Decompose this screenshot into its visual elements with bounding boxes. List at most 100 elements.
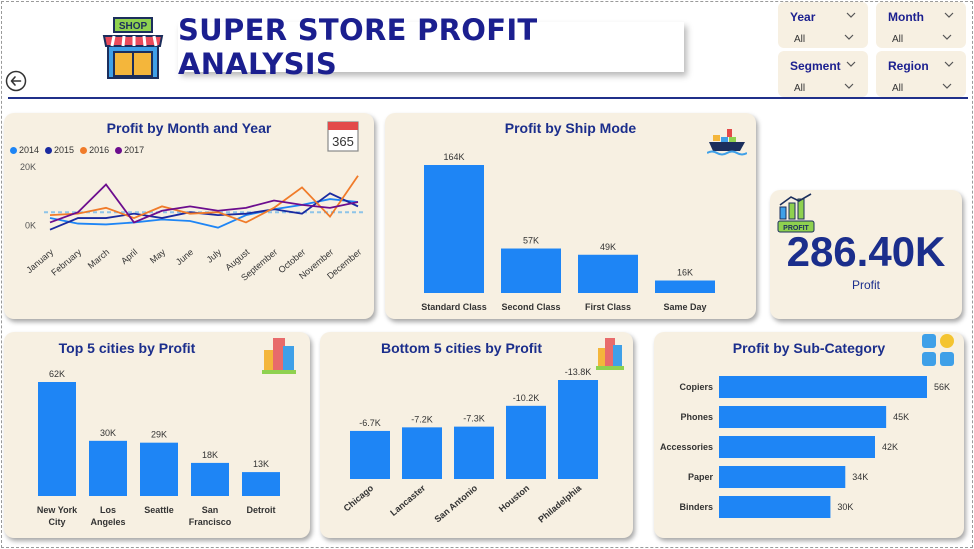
legend-label: 2017 [124,145,145,155]
legend-item: 2015 [45,145,74,155]
data-label: 42K [882,442,898,452]
legend-item: 2016 [80,145,109,155]
x-tick-label: San Antonio [433,483,480,525]
y-tick-label: Phones [680,412,713,422]
chevron-down-icon [944,61,954,67]
year-filter-value: All [794,34,806,45]
bar [558,380,598,479]
chevron-down-icon [844,83,854,89]
month-filter-label: Month [888,10,924,24]
profit-by-ship-mode-card: Profit by Ship Mode 164K Standard Class 57… [385,113,756,319]
sub-category-card: Profit by Sub-Category Copiers 56K Phones 4… [654,332,964,538]
x-tick-label: April [119,247,139,266]
data-label: 16K [677,268,693,278]
year-filter-label: Year [790,10,816,24]
bar [655,280,715,293]
y-tick-label: Binders [679,502,713,512]
legend-item: 2014 [10,145,39,155]
bar [350,430,390,479]
data-label: -7.2K [411,414,433,424]
x-tick-label: Same Day [663,302,706,312]
legend-label: 2015 [54,145,75,155]
x-tick-label: Seattle [144,505,174,515]
data-label: 30K [100,428,116,438]
data-label: 30K [837,502,853,512]
data-label: -6.7K [359,418,381,428]
legend-dot [115,146,123,154]
data-label: 13K [253,459,269,469]
data-label: 56K [934,382,950,392]
header-divider [8,97,968,99]
profit-by-month-card: Profit by Month and Year 365 20K 0K Januar… [4,113,374,319]
x-tick-label: Lancaster [388,483,427,518]
y-tick-label: Paper [688,472,714,482]
bar-chart: -6.7K Chicago -7.2K Lancaster -7.3K San Anton… [342,367,598,525]
shop-sign-text: SHOP [119,21,148,32]
kpi-label: Profit [851,278,880,292]
x-tick-label: Detroit [247,505,276,515]
x-tick-label: Los Angeles [90,505,125,527]
y-tick-label: Copiers [679,382,713,392]
chevron-down-icon [942,34,952,40]
bar [719,466,846,488]
month-filter[interactable]: Month All [876,2,966,48]
line-chart: 20K0KJanuaryFebruary March April May June Jul… [20,162,364,283]
bar-chart: 164K Standard Class 57K Second Class 49K Firs… [421,152,715,312]
data-label: 29K [151,430,167,440]
y-tick-label: 20K [20,162,36,172]
segment-filter-label: Segment [790,59,841,73]
data-label: -7.3K [463,414,485,424]
x-tick-label: San Francisco [189,505,232,527]
year-filter[interactable]: Year All [778,2,868,48]
page-title: SUPER STORE PROFIT ANALYSIS [178,13,538,81]
legend-label: 2016 [89,145,110,155]
bar [506,405,546,479]
x-tick-label: July [205,247,224,265]
legend-label: 2014 [19,145,40,155]
region-filter[interactable]: Region All [876,51,966,97]
bar-chart: 62K New York City 30K Los Angeles 29K Seattle 18… [37,369,280,527]
bar [242,472,280,496]
top-cities-card: Top 5 cities by Profit 62K New York City 30… [4,332,310,538]
chart-legend: 2014 2015 2016 2017 [10,145,144,155]
bar [402,427,442,479]
x-tick-label: Houston [497,483,531,514]
bottom-cities-card: Bottom 5 cities by Profit -6.7K Chicago -7… [320,332,633,538]
bar [578,254,638,293]
profit-growth-icon: PROFIT [777,193,815,233]
x-tick-label: June [174,247,195,267]
segment-filter-value: All [794,83,806,94]
bar [424,165,484,293]
bar [501,248,561,293]
shop-icon: SHOP [102,17,164,79]
bar [454,426,494,479]
segment-filter[interactable]: Segment All [778,51,868,97]
data-label: 18K [202,450,218,460]
x-tick-label: Chicago [342,483,376,514]
x-tick-label: New York City [37,505,78,527]
data-label: -10.2K [513,393,540,403]
chevron-down-icon [844,34,854,40]
x-tick-label: March [86,247,112,271]
chevron-down-icon [942,83,952,89]
kpi-value: 286.40K [786,228,946,275]
bar [719,436,875,458]
x-tick-label: May [148,247,168,266]
bar [191,462,229,496]
data-label: 62K [49,369,65,379]
y-tick-label: 0K [25,220,36,230]
legend-dot [10,146,17,154]
x-tick-label: February [49,247,83,278]
title-banner: SUPER STORE PROFIT ANALYSIS [178,13,684,81]
legend-item: 2017 [115,145,144,155]
chevron-down-icon [944,12,954,18]
bar [38,382,76,496]
series-line-2016 [49,175,359,224]
data-label: 164K [443,152,464,162]
back-arrow-icon[interactable] [5,70,27,92]
x-tick-label: First Class [585,302,631,312]
x-tick-label: Standard Class [421,302,487,312]
chevron-down-icon [846,12,856,18]
bar [719,406,887,428]
bar [89,440,127,496]
